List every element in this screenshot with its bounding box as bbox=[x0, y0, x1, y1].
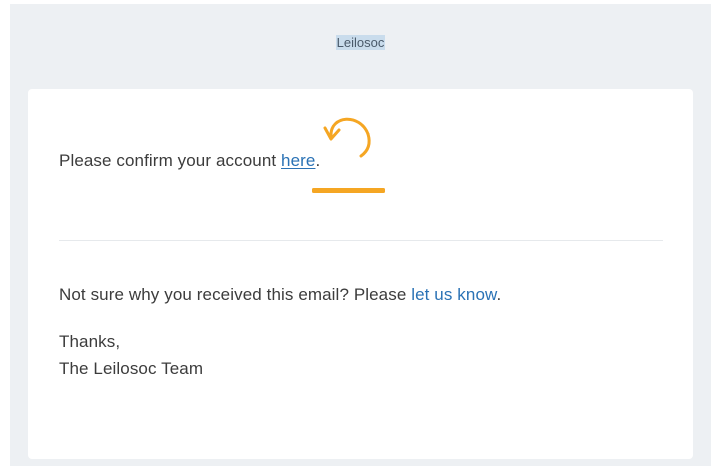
unsure-message: Not sure why you received this email? Pl… bbox=[59, 285, 501, 305]
brand-name: Leilosoc bbox=[335, 35, 386, 50]
curved-arrow-tail-icon bbox=[359, 132, 371, 158]
email-background: Leilosoc Please confirm your account her… bbox=[10, 4, 711, 466]
annotation-overlay bbox=[312, 117, 385, 193]
highlight-underline bbox=[312, 188, 385, 193]
signature: The Leilosoc Team bbox=[59, 359, 204, 378]
confirm-text: Please confirm your account bbox=[59, 151, 282, 170]
confirm-message: Please confirm your account here. bbox=[59, 151, 320, 171]
unsure-text: Not sure why you received this email? Pl… bbox=[59, 285, 412, 304]
brand-header: Leilosoc bbox=[10, 35, 711, 50]
divider bbox=[59, 240, 663, 241]
email-card: Please confirm your account here. Not su… bbox=[28, 89, 693, 459]
signoff: Thanks, bbox=[59, 332, 121, 351]
unsure-period: . bbox=[496, 285, 502, 304]
let-us-know-link[interactable]: let us know bbox=[411, 285, 496, 304]
